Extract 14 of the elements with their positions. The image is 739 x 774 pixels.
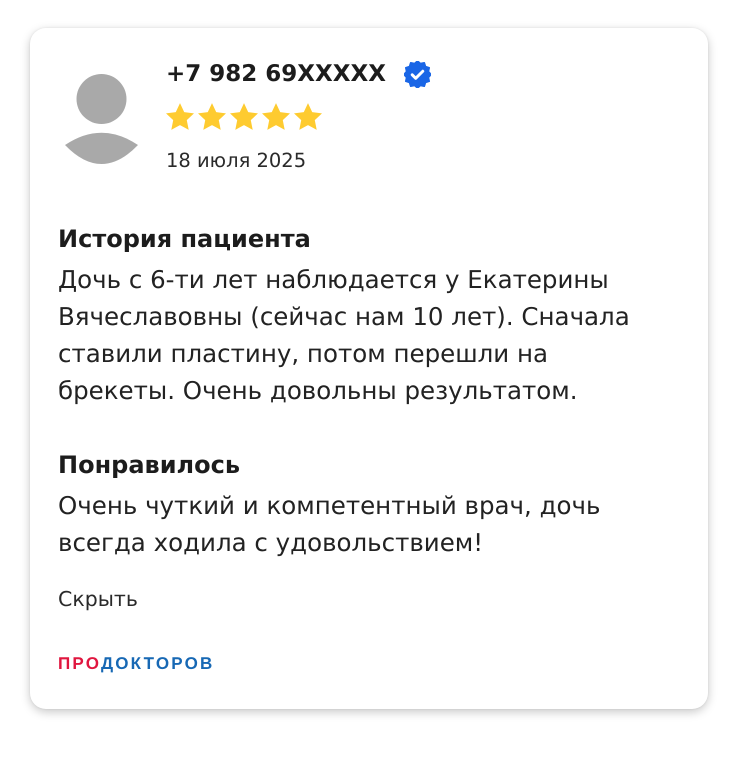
section-heading: История пациента xyxy=(58,224,312,255)
author-phone: +7 982 69XXXXX xyxy=(166,60,386,89)
star-icon xyxy=(166,103,194,130)
avatar-icon xyxy=(65,74,138,164)
section-heading: Понравилось xyxy=(58,450,242,481)
star-icon xyxy=(230,103,258,130)
section-text: Дочь с 6-ти лет наблюдается у Екатерины Вячеславовны (сейчас нам 10 лет). Сначала ставили пластину, потом перешли на брекеты. Очень довольны результатом. xyxy=(58,264,631,407)
logo: ПРОДОКТОРОВ xyxy=(58,654,214,674)
star-icon xyxy=(262,103,290,130)
star-icon xyxy=(294,103,322,130)
star-icon xyxy=(198,103,226,130)
section-text: Очень чуткий и компетентный врач, дочь всегда ходила с удовольствием! xyxy=(58,490,602,559)
review-date: 18 июля 2025 xyxy=(166,148,306,174)
hide-link[interactable]: Скрыть xyxy=(58,585,138,613)
